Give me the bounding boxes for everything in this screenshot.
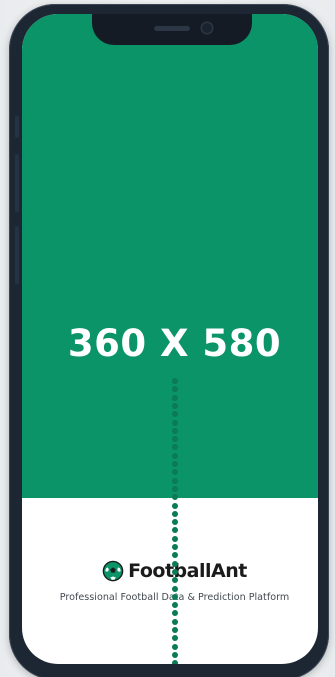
notch [92, 14, 252, 45]
brand-logo: FootballAnt [22, 560, 318, 582]
guide-dot [172, 627, 178, 633]
guide-dot [172, 444, 178, 451]
guide-dot [172, 635, 178, 642]
front-camera-icon [202, 23, 212, 33]
canvas: 360 X 580 FootballAnt Professional Footb… [0, 0, 335, 677]
guide-dot [172, 610, 178, 617]
screen-size-label: 360 X 580 [67, 322, 282, 365]
guide-dot [172, 427, 178, 434]
guide-dot [172, 527, 178, 534]
guide-dot [172, 485, 178, 492]
phone-screen: 360 X 580 FootballAnt Professional Footb… [22, 14, 318, 664]
football-icon [102, 560, 124, 582]
guide-dot [172, 469, 178, 476]
guide-dot [172, 411, 178, 418]
volume-down-button [15, 226, 19, 284]
center-guide-dots [172, 378, 178, 664]
guide-dot [172, 660, 178, 664]
guide-dot [172, 651, 178, 658]
guide-dot [172, 544, 178, 550]
screen-placeholder-area [22, 14, 318, 498]
guide-dot [172, 386, 178, 393]
speaker-icon [154, 26, 190, 31]
guide-dot [172, 568, 178, 575]
guide-dot [172, 510, 178, 517]
guide-dot [172, 494, 178, 501]
guide-dot [172, 477, 178, 484]
guide-dot [172, 436, 178, 443]
guide-dot [172, 535, 178, 542]
guide-dot [172, 402, 178, 409]
guide-dot [172, 419, 178, 426]
guide-dot [172, 593, 178, 600]
guide-dot [172, 560, 178, 567]
guide-dot [172, 394, 178, 401]
guide-dot [172, 577, 178, 584]
guide-dot [172, 502, 178, 509]
guide-dot [172, 552, 178, 559]
guide-dot [172, 643, 178, 650]
guide-dot [172, 461, 178, 467]
guide-dot [172, 602, 178, 609]
volume-up-button [15, 154, 19, 212]
guide-dot [172, 519, 178, 526]
brand-tagline: Professional Football Data & Prediction … [59, 592, 290, 603]
guide-dot [172, 452, 178, 459]
guide-dot [172, 585, 178, 592]
guide-dot [172, 378, 178, 384]
guide-dot [172, 618, 178, 625]
mute-switch [15, 116, 19, 138]
brand-name: FootballAnt [128, 560, 247, 582]
